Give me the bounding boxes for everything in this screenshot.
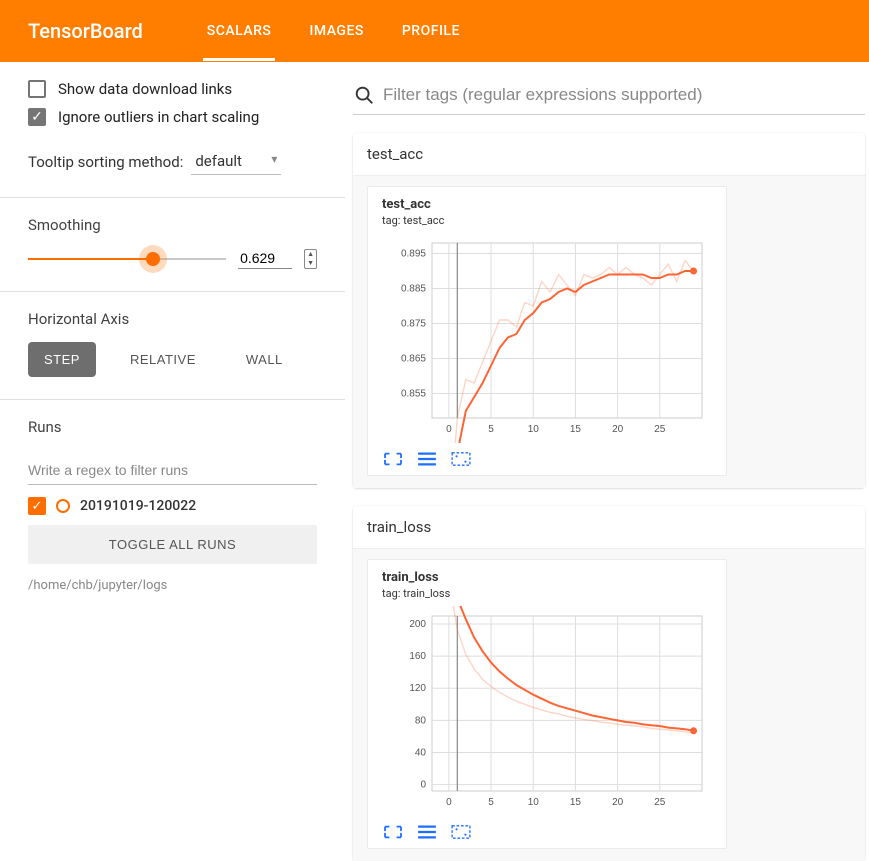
runs-label: Runs xyxy=(28,418,317,436)
tooltip-sort-row: Tooltip sorting method: default xyxy=(28,148,317,175)
svg-text:80: 80 xyxy=(415,715,427,726)
search-icon xyxy=(353,84,375,106)
chart-container: test_acc tag: test_acc 0 5 10 15 20 25 0.855 0.… xyxy=(367,186,727,476)
svg-text:20: 20 xyxy=(612,797,624,808)
fit-domain-icon[interactable] xyxy=(450,451,472,467)
divider xyxy=(0,291,345,292)
svg-text:20: 20 xyxy=(612,424,624,435)
smoothing-label: Smoothing xyxy=(28,216,317,234)
svg-text:5: 5 xyxy=(488,797,494,808)
run-row[interactable]: 20191019-120022 xyxy=(28,485,317,525)
smoothing-stepper[interactable]: ▲▼ xyxy=(304,249,317,269)
chart-title: train_loss xyxy=(382,570,712,585)
svg-text:0: 0 xyxy=(420,780,426,791)
scalar-card: test_acc test_acc tag: test_acc 0 5 10 15 20… xyxy=(353,133,865,488)
list-icon[interactable] xyxy=(416,824,438,840)
card-header[interactable]: test_acc xyxy=(353,133,865,176)
sidebar: Show data download links Ignore outliers… xyxy=(0,62,345,861)
svg-text:0.875: 0.875 xyxy=(401,319,426,330)
svg-text:25: 25 xyxy=(654,424,666,435)
svg-text:200: 200 xyxy=(409,619,426,630)
svg-text:0.885: 0.885 xyxy=(401,284,426,295)
tag-filter-input[interactable] xyxy=(383,85,865,105)
list-icon[interactable] xyxy=(416,451,438,467)
run-checkbox-icon[interactable] xyxy=(28,497,46,515)
tooltip-sort-select[interactable]: default xyxy=(191,148,281,175)
tooltip-sort-label: Tooltip sorting method: xyxy=(28,153,183,171)
svg-text:0.865: 0.865 xyxy=(401,354,426,365)
smoothing-slider[interactable] xyxy=(28,249,226,269)
chart-title: test_acc xyxy=(382,197,712,212)
app-title: TensorBoard xyxy=(28,19,143,43)
tab-bar: SCALARS IMAGES PROFILE xyxy=(203,1,464,61)
checkbox-checked-icon[interactable] xyxy=(28,108,46,126)
chart-container: train_loss tag: train_loss 0 5 10 15 20 25 0 40… xyxy=(367,559,727,849)
smoothing-input[interactable] xyxy=(238,248,292,269)
ignore-outliers-row[interactable]: Ignore outliers in chart scaling xyxy=(28,108,317,126)
svg-text:0.855: 0.855 xyxy=(401,389,426,400)
tag-filter-row xyxy=(353,80,865,115)
svg-text:40: 40 xyxy=(415,747,427,758)
svg-text:10: 10 xyxy=(528,797,540,808)
show-download-links-row[interactable]: Show data download links xyxy=(28,80,317,98)
svg-text:0: 0 xyxy=(446,424,452,435)
svg-text:120: 120 xyxy=(409,683,426,694)
chart-tag: tag: test_acc xyxy=(382,214,712,227)
svg-text:5: 5 xyxy=(488,424,494,435)
svg-text:10: 10 xyxy=(528,424,540,435)
chart-tag: tag: train_loss xyxy=(382,587,712,600)
card-body: test_acc tag: test_acc 0 5 10 15 20 25 0.855 0.… xyxy=(353,176,865,488)
svg-text:160: 160 xyxy=(409,651,426,662)
svg-text:15: 15 xyxy=(570,797,582,808)
chart-actions xyxy=(382,451,712,467)
card-body: train_loss tag: train_loss 0 5 10 15 20 25 0 40… xyxy=(353,549,865,861)
logdir-path: /home/chb/jupyter/logs xyxy=(28,578,317,593)
divider xyxy=(0,399,345,400)
run-color-swatch-icon xyxy=(56,499,70,513)
chart-actions xyxy=(382,824,712,840)
expand-icon[interactable] xyxy=(382,451,404,467)
svg-text:15: 15 xyxy=(570,424,582,435)
run-name: 20191019-120022 xyxy=(80,498,196,514)
axis-relative-button[interactable]: RELATIVE xyxy=(114,342,212,377)
chart-plot[interactable]: 0 5 10 15 20 25 0 40 80 120 160 200 xyxy=(382,606,712,816)
axis-wall-button[interactable]: WALL xyxy=(230,342,299,377)
chart-plot[interactable]: 0 5 10 15 20 25 0.855 0.865 0.875 0.885 0.895 xyxy=(382,233,712,443)
toggle-all-runs-button[interactable]: TOGGLE ALL RUNS xyxy=(28,525,317,564)
smoothing-row: ▲▼ xyxy=(28,248,317,269)
fit-domain-icon[interactable] xyxy=(450,824,472,840)
app-header: TensorBoard SCALARS IMAGES PROFILE xyxy=(0,0,869,62)
tab-scalars[interactable]: SCALARS xyxy=(203,1,276,61)
checkbox-icon[interactable] xyxy=(28,80,46,98)
tab-profile[interactable]: PROFILE xyxy=(398,1,464,61)
show-download-links-label: Show data download links xyxy=(58,80,232,98)
axis-button-group: STEP RELATIVE WALL xyxy=(28,342,317,377)
ignore-outliers-label: Ignore outliers in chart scaling xyxy=(58,108,259,126)
content-area: test_acc test_acc tag: test_acc 0 5 10 15 20… xyxy=(345,62,869,861)
expand-icon[interactable] xyxy=(382,824,404,840)
svg-text:0: 0 xyxy=(446,797,452,808)
horizontal-axis-label: Horizontal Axis xyxy=(28,310,317,328)
runs-filter-input[interactable] xyxy=(28,456,317,485)
svg-text:0.895: 0.895 xyxy=(401,249,426,260)
scalar-card: train_loss train_loss tag: train_loss 0 5… xyxy=(353,506,865,861)
svg-text:25: 25 xyxy=(654,797,666,808)
tab-images[interactable]: IMAGES xyxy=(305,1,367,61)
divider xyxy=(0,197,345,198)
axis-step-button[interactable]: STEP xyxy=(28,342,96,377)
card-header[interactable]: train_loss xyxy=(353,506,865,549)
